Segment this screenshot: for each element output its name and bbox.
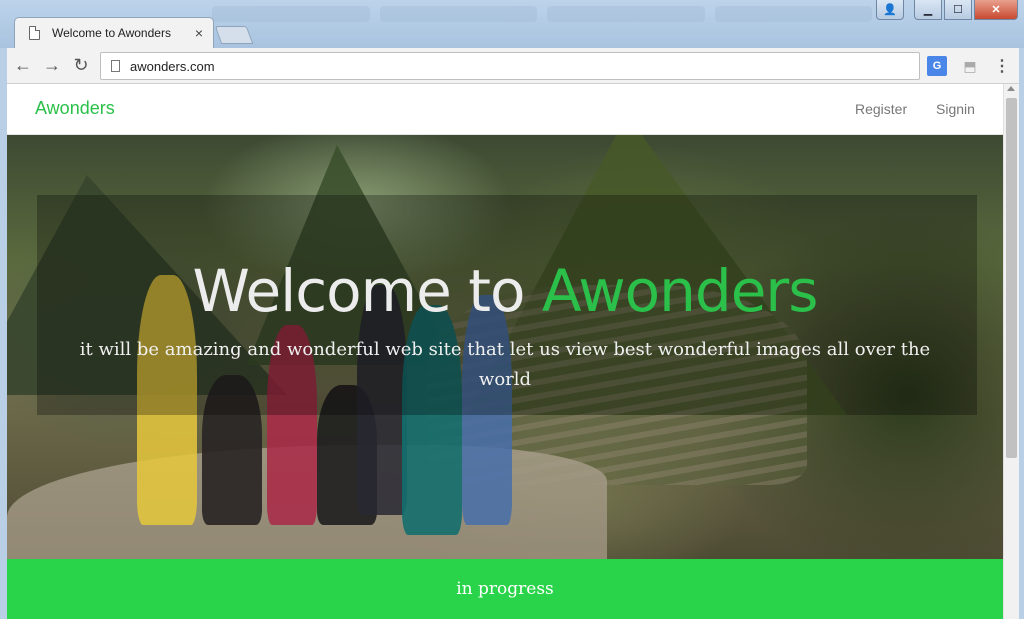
reload-icon[interactable]: ↻: [68, 53, 94, 79]
scroll-up-arrow-icon[interactable]: [1007, 86, 1015, 91]
hero-subtitle: it will be amazing and wonderful web sit…: [79, 339, 931, 390]
forward-arrow-icon[interactable]: →: [39, 53, 65, 79]
background-tabs: [212, 6, 872, 22]
hero-banner: Welcome to Awonders it will be amazing a…: [7, 135, 1003, 559]
page-info-icon[interactable]: [111, 60, 120, 72]
vertical-scrollbar[interactable]: [1003, 84, 1019, 619]
hero-title: Welcome to Awonders: [7, 257, 1003, 325]
user-profile-button[interactable]: 👤: [876, 0, 904, 20]
minimize-button[interactable]: ▁: [914, 0, 942, 20]
hero-title-prefix: Welcome to: [192, 257, 542, 325]
signin-link[interactable]: Signin: [936, 101, 975, 117]
close-window-button[interactable]: ✕: [974, 0, 1018, 20]
site-navbar: Awonders Register Signin: [7, 84, 1003, 135]
browser-toolbar: ← → ↻ G ⬒ ⋮: [7, 48, 1019, 84]
back-arrow-icon[interactable]: ←: [10, 53, 36, 79]
maximize-button[interactable]: ☐: [944, 0, 972, 20]
status-banner: in progress: [7, 559, 1003, 619]
address-bar[interactable]: [100, 52, 920, 80]
browser-menu-icon[interactable]: ⋮: [992, 56, 1012, 76]
brand-logo[interactable]: Awonders: [35, 98, 115, 119]
tab-title: Welcome to Awonders: [52, 26, 171, 40]
translate-icon[interactable]: G: [927, 56, 947, 76]
register-link[interactable]: Register: [855, 101, 907, 117]
browser-tab-active[interactable]: Welcome to Awonders ×: [14, 17, 214, 48]
page-icon: [29, 26, 40, 40]
page-viewport: Awonders Register Signin Welcome to Awon…: [7, 84, 1019, 619]
status-text: in progress: [456, 579, 554, 599]
url-input[interactable]: [130, 58, 830, 74]
new-tab-button[interactable]: [214, 26, 254, 44]
tab-close-icon[interactable]: ×: [195, 25, 203, 41]
hero-title-accent: Awonders: [541, 257, 819, 325]
scrollbar-thumb[interactable]: [1006, 98, 1017, 458]
window-controls: 👤 ▁ ☐ ✕: [876, 0, 1018, 20]
window-titlebar: Welcome to Awonders × 👤 ▁ ☐ ✕: [0, 0, 1024, 48]
pdf-icon[interactable]: ⬒: [960, 56, 980, 76]
